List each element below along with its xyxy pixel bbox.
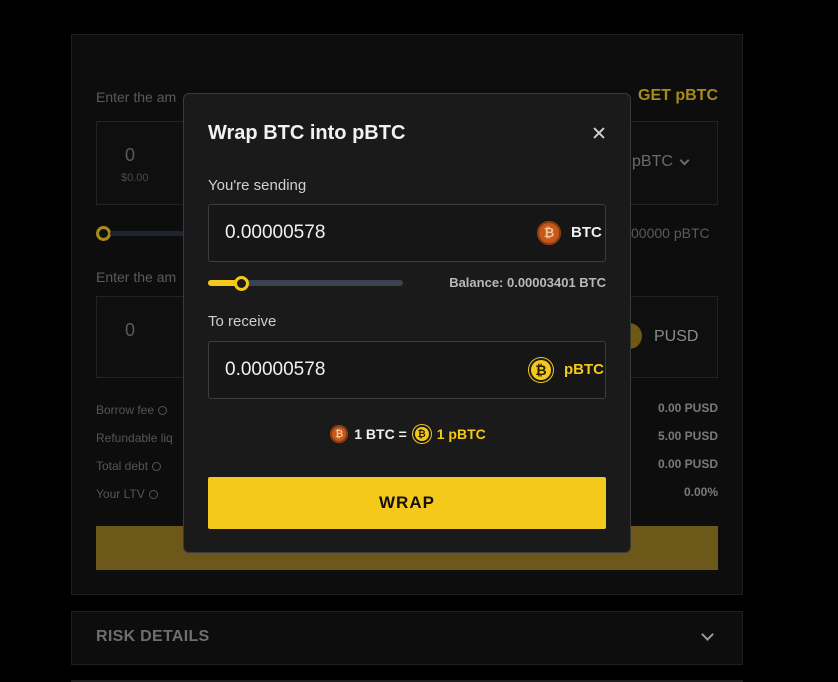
chevron-down-icon[interactable] <box>701 628 714 641</box>
collateral-usd: $0.00 <box>121 172 149 184</box>
sending-field[interactable]: ₿ BTC <box>208 204 606 262</box>
collateral-slider-knob[interactable] <box>96 226 111 241</box>
receive-label: To receive <box>208 313 277 330</box>
info-icon[interactable] <box>158 406 168 416</box>
rate-left: 1 BTC = <box>354 426 407 442</box>
btc-icon: ₿ <box>537 221 561 245</box>
rate-right: 1 pBTC <box>436 426 486 442</box>
borrow-amount: 0 <box>125 320 136 340</box>
stat-value-refundable: 5.00 PUSD <box>657 429 718 443</box>
stat-value-total-debt: 0.00 PUSD <box>657 457 718 471</box>
receive-field[interactable]: ₿ pBTC <box>208 341 606 399</box>
stat-label-total-debt: Total debt <box>96 459 162 473</box>
wrap-button[interactable]: WRAP <box>208 477 606 529</box>
collateral-amount-label: Enter the am <box>96 89 177 105</box>
sending-label: You're sending <box>208 177 307 194</box>
sending-token: BTC <box>571 224 602 241</box>
pbtc-icon: ₿ <box>529 358 553 382</box>
exchange-rate: ₿ 1 BTC = ₿ 1 pBTC <box>184 425 632 443</box>
collateral-token[interactable]: pBTC <box>632 153 673 171</box>
modal-title: Wrap BTC into pBTC <box>208 122 406 144</box>
borrow-token: PUSD <box>654 328 699 345</box>
collateral-balance: 00000 pBTC <box>631 225 710 241</box>
stat-label-borrow-fee: Borrow fee <box>96 403 168 417</box>
collateral-amount: 0 <box>125 145 136 165</box>
info-icon[interactable] <box>148 490 158 500</box>
stat-label-refundable: Refundable liq <box>96 431 173 445</box>
info-icon[interactable] <box>152 462 162 472</box>
wrap-modal: Wrap BTC into pBTC You're sending ₿ BTC … <box>183 93 631 553</box>
amount-slider-knob[interactable] <box>233 276 249 291</box>
receive-token: pBTC <box>564 361 604 378</box>
stat-label-ltv: Your LTV <box>96 487 158 501</box>
pbtc-icon: ₿ <box>412 425 431 443</box>
sending-amount-input[interactable] <box>225 222 505 244</box>
btc-icon: ₿ <box>330 425 349 443</box>
stat-value-ltv: 0.00% <box>683 485 718 499</box>
get-pbtc-link[interactable]: GET pBTC <box>638 87 718 105</box>
receive-amount-input[interactable] <box>225 359 505 381</box>
risk-details-title: RISK DETAILS <box>96 628 210 645</box>
balance-text: Balance: 0.00003401 BTC <box>449 275 606 290</box>
risk-details-accordion[interactable]: RISK DETAILS <box>71 611 743 665</box>
borrow-amount-label: Enter the am <box>96 269 177 285</box>
stat-value-borrow-fee: 0.00 PUSD <box>657 401 718 415</box>
close-icon[interactable] <box>591 125 607 141</box>
collateral-slider-track[interactable] <box>110 231 190 236</box>
